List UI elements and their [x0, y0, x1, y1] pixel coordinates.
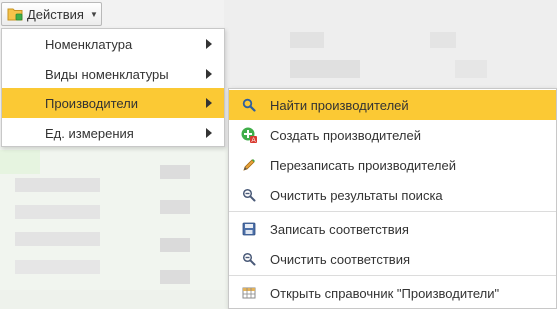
- menu-item-label: Номенклатура: [45, 36, 133, 52]
- submenu-item-create-manufacturers[interactable]: A Создать производителей: [229, 120, 556, 150]
- background-blur: [430, 32, 456, 48]
- background-blur: [15, 260, 100, 274]
- screen: Действия ▼ Номенклатура Виды номенклатур…: [0, 0, 557, 309]
- chevron-right-icon: [206, 128, 212, 138]
- menu-item-units[interactable]: Ед. измерения: [2, 118, 224, 148]
- submenu-item-label: Открыть справочник "Производители": [270, 285, 500, 301]
- submenu-item-label: Создать производителей: [270, 127, 421, 143]
- background-blur: [290, 60, 360, 78]
- folder-icon: [7, 7, 23, 21]
- background-blur: [455, 60, 487, 78]
- menu-separator: [229, 275, 556, 276]
- background-blur: [160, 165, 190, 179]
- menu-separator: [229, 211, 556, 212]
- submenu-item-label: Перезаписать производителей: [270, 157, 456, 173]
- background-blur: [160, 238, 190, 252]
- chevron-right-icon: [206, 39, 212, 49]
- background-blur: [160, 200, 190, 214]
- save-icon: [241, 221, 257, 237]
- pencil-icon: [241, 157, 257, 173]
- submenu-item-save-mappings[interactable]: Записать соответствия: [229, 214, 556, 244]
- table-icon: [241, 285, 257, 301]
- submenu-item-label: Найти производителей: [270, 97, 409, 113]
- chevron-right-icon: [206, 98, 212, 108]
- search-icon: [241, 97, 257, 113]
- menu-item-label: Производители: [45, 95, 139, 111]
- menu-item-nomenclature-types[interactable]: Виды номенклатуры: [2, 59, 224, 89]
- menu-item-label: Ед. измерения: [45, 125, 134, 141]
- background-blur: [224, 0, 557, 88]
- submenu-item-label: Очистить результаты поиска: [270, 187, 443, 203]
- submenu-item-label: Очистить соответствия: [270, 251, 411, 267]
- submenu-item-label: Записать соответствия: [270, 221, 409, 237]
- background-blur: [15, 232, 100, 246]
- clear-search-icon: [241, 187, 257, 203]
- background-blur: [290, 32, 324, 48]
- chevron-down-icon: ▼: [89, 9, 98, 19]
- background-blur: [0, 150, 40, 174]
- actions-button-label: Действия: [27, 6, 84, 22]
- menu-item-manufacturers[interactable]: Производители: [2, 88, 224, 118]
- actions-button[interactable]: Действия ▼: [1, 2, 102, 26]
- menu-item-nomenclature[interactable]: Номенклатура: [2, 29, 224, 59]
- submenu-item-clear-search-results[interactable]: Очистить результаты поиска: [229, 180, 556, 210]
- actions-menu: Номенклатура Виды номенклатуры Производи…: [1, 28, 225, 147]
- clear-search-icon: [241, 251, 257, 267]
- background-blur: [15, 178, 100, 192]
- menu-item-label: Виды номенклатуры: [45, 66, 169, 82]
- background-blur: [160, 270, 190, 284]
- manufacturers-submenu: Найти производителей A Создать производи…: [228, 88, 557, 309]
- submenu-item-find-manufacturers[interactable]: Найти производителей: [229, 90, 556, 120]
- background-blur: [0, 290, 228, 309]
- submenu-item-rewrite-manufacturers[interactable]: Перезаписать производителей: [229, 150, 556, 180]
- submenu-item-open-manufacturers-catalog[interactable]: Открыть справочник "Производители": [229, 278, 556, 308]
- background-blur: [15, 205, 100, 219]
- create-icon: A: [241, 127, 257, 143]
- submenu-item-clear-mappings[interactable]: Очистить соответствия: [229, 244, 556, 274]
- chevron-right-icon: [206, 69, 212, 79]
- svg-text:A: A: [251, 137, 256, 143]
